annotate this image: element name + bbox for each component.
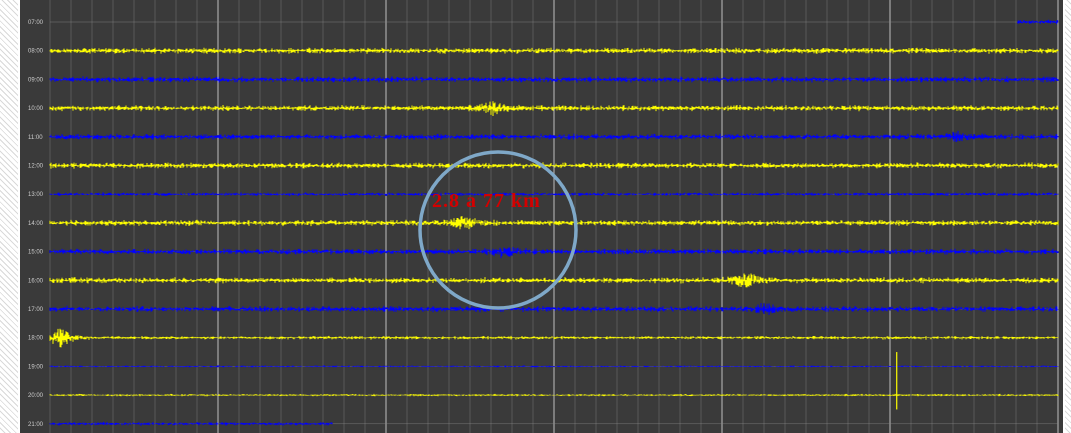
- row-label: 18:00: [28, 336, 44, 342]
- row-label: 07:00: [28, 20, 44, 26]
- event-annotation: 2.8 a 77 km: [432, 190, 541, 212]
- row-labels: 07:00 08:00 09:00 10:00 11:00 12:00 13:00 14:00…: [28, 20, 44, 428]
- row-label: 08:00: [28, 49, 44, 55]
- seismogram-window: 07:00 08:00 09:00 10:00 11:00 12:00 13:00 14:00…: [0, 0, 1071, 433]
- row-label: 15:00: [28, 250, 44, 256]
- row-label: 20:00: [28, 393, 44, 399]
- row-label: 11:00: [28, 135, 43, 141]
- row-label: 17:00: [28, 307, 44, 313]
- row-label: 10:00: [28, 106, 44, 112]
- row-label: 09:00: [28, 77, 44, 83]
- row-label: 13:00: [28, 192, 44, 198]
- row-label: 14:00: [28, 221, 44, 227]
- row-label: 16:00: [28, 278, 44, 284]
- plot-background: [20, 0, 1063, 433]
- seismogram-chart: 07:00 08:00 09:00 10:00 11:00 12:00 13:00 14:00…: [20, 0, 1063, 433]
- row-label: 12:00: [28, 164, 44, 170]
- row-label: 19:00: [28, 364, 44, 370]
- row-label: 21:00: [28, 422, 44, 428]
